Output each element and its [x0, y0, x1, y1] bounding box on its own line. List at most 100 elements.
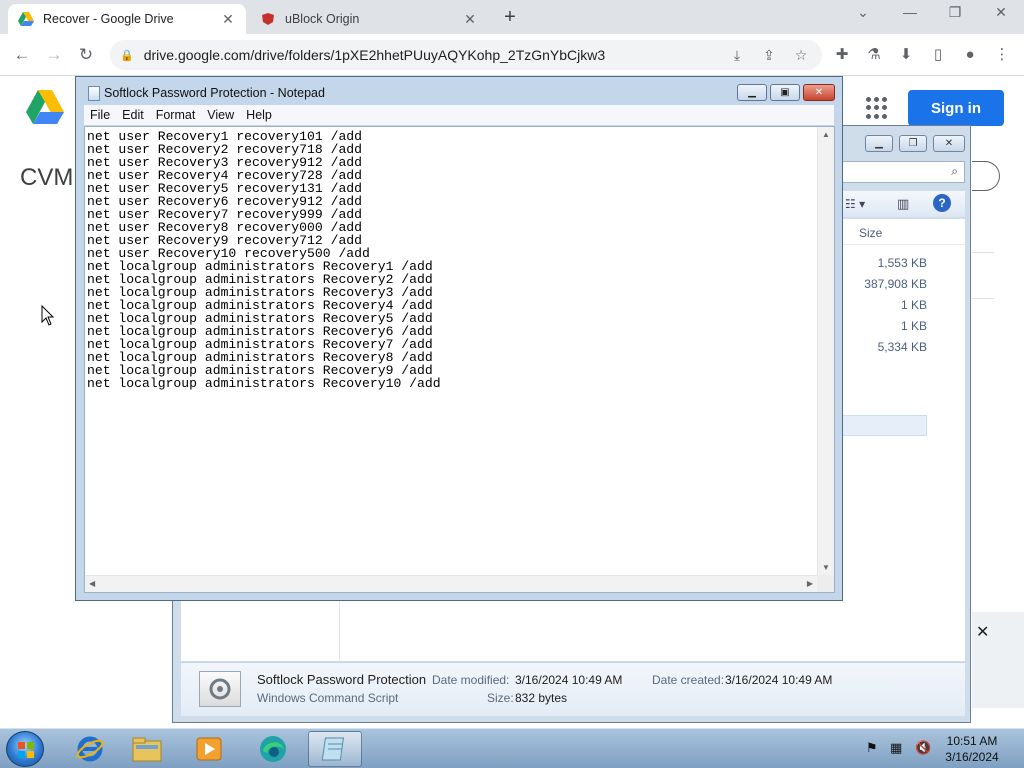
scroll-left-arrow-icon[interactable]: ◀	[89, 579, 95, 588]
minimize-button[interactable]: ▁	[865, 135, 893, 152]
lock-icon: 🔒	[120, 49, 134, 62]
drive-banner: ✕	[972, 612, 1024, 708]
script-file-icon	[199, 671, 241, 707]
menu-format[interactable]: Format	[150, 108, 202, 122]
navigation-pane-bottom	[181, 601, 965, 661]
close-window-button[interactable]: ✕	[986, 4, 1016, 21]
menu-file[interactable]: File	[84, 108, 116, 122]
horizontal-scrollbar[interactable]: ◀ ▶	[85, 575, 817, 592]
close-button[interactable]: ✕	[933, 135, 965, 152]
menu-edit[interactable]: Edit	[116, 108, 150, 122]
size-label: Size:	[487, 691, 514, 705]
lab-flask-icon[interactable]: ⚗	[862, 44, 886, 66]
file-size: 1 KB	[900, 319, 927, 333]
google-apps-icon[interactable]	[866, 97, 888, 119]
divider	[972, 298, 994, 299]
date-modified-value: 3/16/2024 10:49 AM	[515, 673, 623, 687]
file-size: 387,908 KB	[864, 277, 927, 291]
restore-button[interactable]: ❐	[940, 4, 970, 21]
view-options-icon[interactable]: ☷ ▾	[845, 197, 865, 211]
sign-in-button[interactable]: Sign in	[908, 90, 1004, 126]
size-column-header[interactable]: Size	[841, 219, 965, 245]
tab-ublock-origin[interactable]: uBlock Origin ✕	[250, 4, 488, 34]
size-value: 832 bytes	[515, 691, 568, 705]
close-tab-icon[interactable]: ✕	[462, 11, 478, 28]
volume-muted-icon[interactable]: 🔇	[915, 740, 931, 756]
url-text: drive.google.com/drive/folders/1pXE2hhet…	[143, 47, 606, 63]
vertical-scrollbar[interactable]: ▲ ▼	[817, 127, 834, 575]
share-icon[interactable]: ⇪	[758, 44, 780, 66]
scrollbar-corner	[817, 575, 834, 592]
menu-help[interactable]: Help	[240, 108, 278, 122]
file-list: Size 1,553 KB 387,908 KB 1 KB 1 KB 5,334…	[841, 219, 965, 659]
help-icon[interactable]: ?	[933, 194, 951, 212]
file-size: 1 KB	[900, 298, 927, 312]
date-created-value: 3/16/2024 10:49 AM	[725, 673, 833, 687]
install-app-icon[interactable]: ⤓	[726, 44, 748, 66]
browser-tabstrip: Recover - Google Drive ✕ uBlock Origin ✕…	[0, 0, 1024, 34]
system-clock[interactable]: 10:51 AM 3/16/2024	[940, 733, 1004, 765]
download-icon[interactable]: ⬇	[894, 44, 918, 66]
file-type: Windows Command Script	[257, 691, 399, 705]
close-tab-icon[interactable]: ✕	[220, 11, 236, 28]
search-icon: ⌕	[951, 164, 958, 178]
date-created-label: Date created:	[652, 673, 725, 687]
close-icon[interactable]: ✕	[976, 622, 989, 642]
file-size: 1,553 KB	[877, 256, 927, 270]
window-title: Softlock Password Protection - Notepad	[104, 86, 325, 100]
extensions-puzzle-icon[interactable]: ✚	[830, 44, 854, 66]
notepad-window: Softlock Password Protection - Notepad ▁…	[75, 76, 843, 601]
forward-button[interactable]: →	[42, 44, 66, 68]
reload-button[interactable]: ↻	[74, 44, 98, 68]
taskbar: ⚑ ▦ 🔇	[0, 728, 1024, 768]
menu-bar: File Edit Format View Help	[84, 105, 834, 125]
file-explorer-icon[interactable]	[120, 731, 174, 767]
back-button[interactable]: ←	[10, 44, 34, 68]
chrome-menu-icon[interactable]: ⋮	[990, 44, 1014, 66]
explorer-command-bar: ☷ ▾ ▥ ?	[841, 191, 965, 217]
file-name: Softlock Password Protection	[257, 672, 427, 687]
folder-title: CVM	[20, 164, 74, 191]
text-editor-area[interactable]: net user Recovery1 recovery101 /add net u…	[84, 126, 835, 593]
windows-logo-icon	[18, 742, 34, 758]
internet-explorer-icon[interactable]	[63, 731, 117, 767]
preview-pane-icon[interactable]: ▥	[897, 196, 909, 212]
divider	[339, 601, 340, 661]
tab-recover-google-drive[interactable]: Recover - Google Drive ✕	[8, 4, 246, 34]
notepad-icon	[88, 86, 100, 101]
tab-title: uBlock Origin	[285, 12, 360, 26]
clock-time: 10:51 AM	[946, 734, 998, 748]
address-bar[interactable]: 🔒 drive.google.com/drive/folders/1pXE2hh…	[110, 40, 822, 70]
menu-view[interactable]: View	[201, 108, 240, 122]
google-drive-icon	[18, 11, 34, 27]
divider	[972, 252, 994, 253]
scroll-down-arrow-icon[interactable]: ▼	[822, 563, 830, 572]
maximize-button[interactable]: ❐	[899, 135, 927, 152]
document-text[interactable]: net user Recovery1 recovery101 /add net u…	[87, 130, 817, 576]
tab-search-chevron-icon[interactable]: ⌄	[848, 4, 878, 21]
side-panel-icon[interactable]: ▯	[926, 44, 950, 66]
scroll-up-arrow-icon[interactable]: ▲	[822, 130, 830, 139]
google-drive-logo[interactable]	[26, 90, 64, 124]
network-icon[interactable]: ▦	[890, 740, 902, 756]
details-pane: Softlock Password Protection Windows Com…	[181, 662, 965, 716]
action-center-flag-icon[interactable]: ⚑	[866, 740, 878, 756]
minimize-button[interactable]: ▁	[737, 84, 767, 101]
edge-icon[interactable]	[246, 731, 300, 767]
date-modified-label: Date modified:	[432, 673, 510, 687]
ublock-icon	[260, 11, 276, 27]
bookmark-star-icon[interactable]: ☆	[790, 44, 812, 66]
scroll-right-arrow-icon[interactable]: ▶	[807, 579, 813, 588]
text-line: net localgroup administrators Recovery10…	[87, 376, 441, 391]
minimize-button[interactable]: —	[895, 4, 925, 20]
profile-avatar-icon[interactable]: ●	[958, 44, 982, 66]
tab-title: Recover - Google Drive	[43, 12, 174, 26]
maximize-button[interactable]: ▣	[770, 84, 800, 101]
grid-view-toggle[interactable]	[972, 161, 1000, 191]
close-button[interactable]: ✕	[803, 84, 835, 101]
media-player-icon[interactable]	[182, 731, 236, 767]
notepad-taskbar-icon[interactable]	[308, 731, 362, 767]
start-button[interactable]	[6, 731, 44, 767]
search-input[interactable]: ⌕	[841, 161, 965, 183]
new-tab-button[interactable]: +	[498, 6, 522, 29]
